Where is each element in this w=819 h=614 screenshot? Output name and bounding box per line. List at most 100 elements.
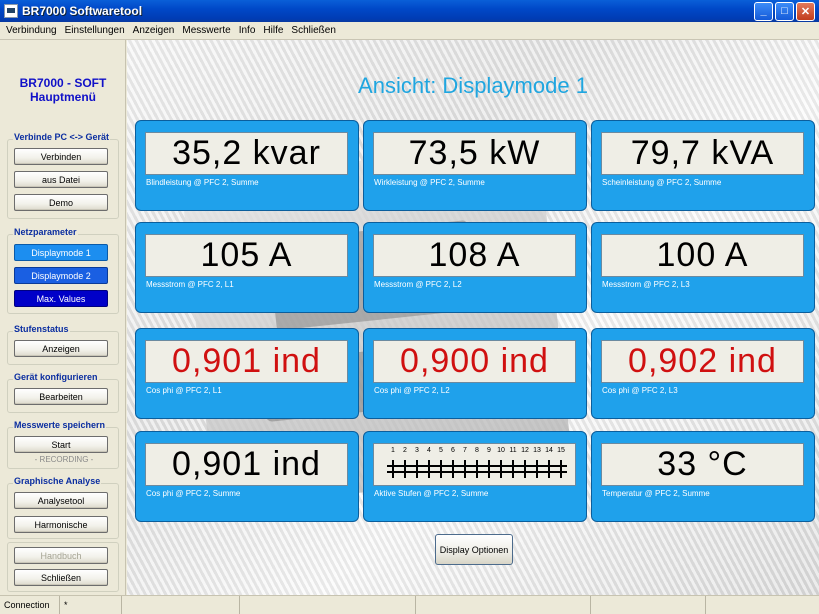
menu-einstellungen[interactable]: Einstellungen: [61, 25, 129, 36]
status-bar: Connection *: [0, 595, 819, 614]
stage-tick: [411, 460, 423, 478]
minimize-button[interactable]: _: [754, 1, 773, 21]
start-button[interactable]: Start: [14, 436, 108, 453]
value-display: 73,5 kW: [373, 132, 576, 175]
app-title: BR7000 - SOFT Hauptmenü: [0, 76, 126, 104]
stage-tick: [519, 460, 531, 478]
value-display: 105 A: [145, 234, 348, 277]
menu-messwerte[interactable]: Messwerte: [178, 25, 234, 36]
menu-hilfe[interactable]: Hilfe: [259, 25, 287, 36]
group-stufenstatus: Stufenstatus Anzeigen: [7, 324, 119, 365]
stage-number: 4: [427, 447, 431, 454]
tile-caption: Cos phi @ PFC 2, L2: [374, 386, 450, 395]
harmonische-button[interactable]: Harmonische: [14, 516, 108, 533]
tile-caption: Messstrom @ PFC 2, L1: [146, 280, 234, 289]
status-segment: [122, 596, 240, 614]
group-netzparameter: Netzparameter Displaymode 1 Displaymode …: [7, 227, 119, 314]
stage-indicator: 1 2 3 4 5 6 7 8 9 10 11 12 13 14 15: [373, 443, 576, 486]
status-connection: Connection: [0, 596, 60, 614]
recording-status: - RECORDING -: [34, 455, 94, 464]
group-label-verbindung: Verbinde PC <-> Gerät: [13, 132, 111, 142]
menu-schliessen[interactable]: Schließen: [287, 25, 339, 36]
group-label-stufenstatus: Stufenstatus: [13, 324, 70, 334]
stage-number: 11: [509, 447, 517, 454]
aus-datei-button[interactable]: aus Datei: [14, 171, 108, 188]
close-button[interactable]: ✕: [796, 1, 815, 21]
status-segment: [416, 596, 591, 614]
value-display: 33 °C: [601, 443, 804, 486]
menu-info[interactable]: Info: [235, 25, 260, 36]
stage-tick: [555, 460, 567, 478]
tile-cosphi-l1: 0,901 ind Cos phi @ PFC 2, L1: [135, 328, 359, 419]
tile-scheinleistung: 79,7 kVA Scheinleistung @ PFC 2, Summe: [591, 120, 815, 211]
window-title: BR7000 Softwaretool: [22, 4, 143, 18]
stage-tick: [495, 460, 507, 478]
group-label-analyse: Graphische Analyse: [13, 476, 102, 486]
stage-number: 10: [497, 447, 505, 454]
tile-temperatur: 33 °C Temperatur @ PFC 2, Summe: [591, 431, 815, 522]
status-segment: [706, 596, 819, 614]
sidebar: BR7000 - SOFT Hauptmenü Verbinde PC <-> …: [0, 40, 126, 595]
stage-number: 5: [439, 447, 443, 454]
group-graphische-analyse: Graphische Analyse Analysetool Harmonisc…: [7, 476, 119, 539]
tile-messstrom-l2: 108 A Messstrom @ PFC 2, L2: [363, 222, 587, 313]
tile-cosphi-l3: 0,902 ind Cos phi @ PFC 2, L3: [591, 328, 815, 419]
stage-number: 13: [533, 447, 541, 454]
displaymode1-button[interactable]: Displaymode 1: [14, 244, 108, 261]
menu-anzeigen[interactable]: Anzeigen: [129, 25, 179, 36]
tile-caption: Blindleistung @ PFC 2, Summe: [146, 178, 259, 187]
status-segment: [591, 596, 706, 614]
stage-number: 3: [415, 447, 419, 454]
demo-button[interactable]: Demo: [14, 194, 108, 211]
tile-caption: Cos phi @ PFC 2, Summe: [146, 489, 241, 498]
display-options-button[interactable]: Display Optionen: [435, 534, 513, 565]
group-verbindung: Verbinde PC <-> Gerät Verbinden aus Date…: [7, 132, 119, 219]
tile-caption: Cos phi @ PFC 2, L1: [146, 386, 222, 395]
value-display: 35,2 kvar: [145, 132, 348, 175]
stage-tick: [543, 460, 555, 478]
maximize-button[interactable]: □: [775, 1, 794, 21]
group-geraet-konfigurieren: Gerät konfigurieren Bearbeiten: [7, 372, 119, 413]
stage-tick: [531, 460, 543, 478]
tile-caption: Messstrom @ PFC 2, L2: [374, 280, 462, 289]
bearbeiten-button[interactable]: Bearbeiten: [14, 388, 108, 405]
verbinden-button[interactable]: Verbinden: [14, 148, 108, 165]
displaymode2-button[interactable]: Displaymode 2: [14, 267, 108, 284]
handbuch-button[interactable]: Handbuch: [14, 547, 108, 564]
tile-messstrom-l3: 100 A Messstrom @ PFC 2, L3: [591, 222, 815, 313]
tile-caption: Cos phi @ PFC 2, L3: [602, 386, 678, 395]
stage-tick: [447, 460, 459, 478]
stage-tick: [435, 460, 447, 478]
menu-bar: Verbindung Einstellungen Anzeigen Messwe…: [0, 22, 819, 40]
group-label-messwerte: Messwerte speichern: [13, 420, 107, 430]
stage-numbers: 1 2 3 4 5 6 7 8 9 10 11 12 13 14 15: [387, 447, 567, 454]
status-segment: [240, 596, 416, 614]
stage-number: 7: [463, 447, 467, 454]
status-indicator: *: [60, 596, 122, 614]
anzeigen-button[interactable]: Anzeigen: [14, 340, 108, 357]
max-values-button[interactable]: Max. Values: [14, 290, 108, 307]
tile-messstrom-l1: 105 A Messstrom @ PFC 2, L1: [135, 222, 359, 313]
value-display: 79,7 kVA: [601, 132, 804, 175]
group-messwerte-speichern: Messwerte speichern Start - RECORDING -: [7, 420, 119, 469]
tile-caption: Scheinleistung @ PFC 2, Summe: [602, 178, 722, 187]
value-display: 0,901 ind: [145, 443, 348, 486]
stage-number: 14: [545, 447, 553, 454]
tile-blindleistung: 35,2 kvar Blindleistung @ PFC 2, Summe: [135, 120, 359, 211]
stage-number: 2: [403, 447, 407, 454]
stage-tick: [471, 460, 483, 478]
schliessen-button[interactable]: Schließen: [14, 569, 108, 586]
stage-tick: [483, 460, 495, 478]
stage-number: 15: [557, 447, 565, 454]
stage-number: 9: [487, 447, 491, 454]
group-label-konfigurieren: Gerät konfigurieren: [13, 372, 99, 382]
stage-tick: [399, 460, 411, 478]
tile-cosphi-summe: 0,901 ind Cos phi @ PFC 2, Summe: [135, 431, 359, 522]
tile-caption: Messstrom @ PFC 2, L3: [602, 280, 690, 289]
tile-caption: Aktive Stufen @ PFC 2, Summe: [374, 489, 489, 498]
stage-ticks: [387, 460, 567, 478]
menu-verbindung[interactable]: Verbindung: [0, 25, 61, 36]
stage-tick: [387, 460, 399, 478]
value-display: 108 A: [373, 234, 576, 277]
analysetool-button[interactable]: Analysetool: [14, 492, 108, 509]
